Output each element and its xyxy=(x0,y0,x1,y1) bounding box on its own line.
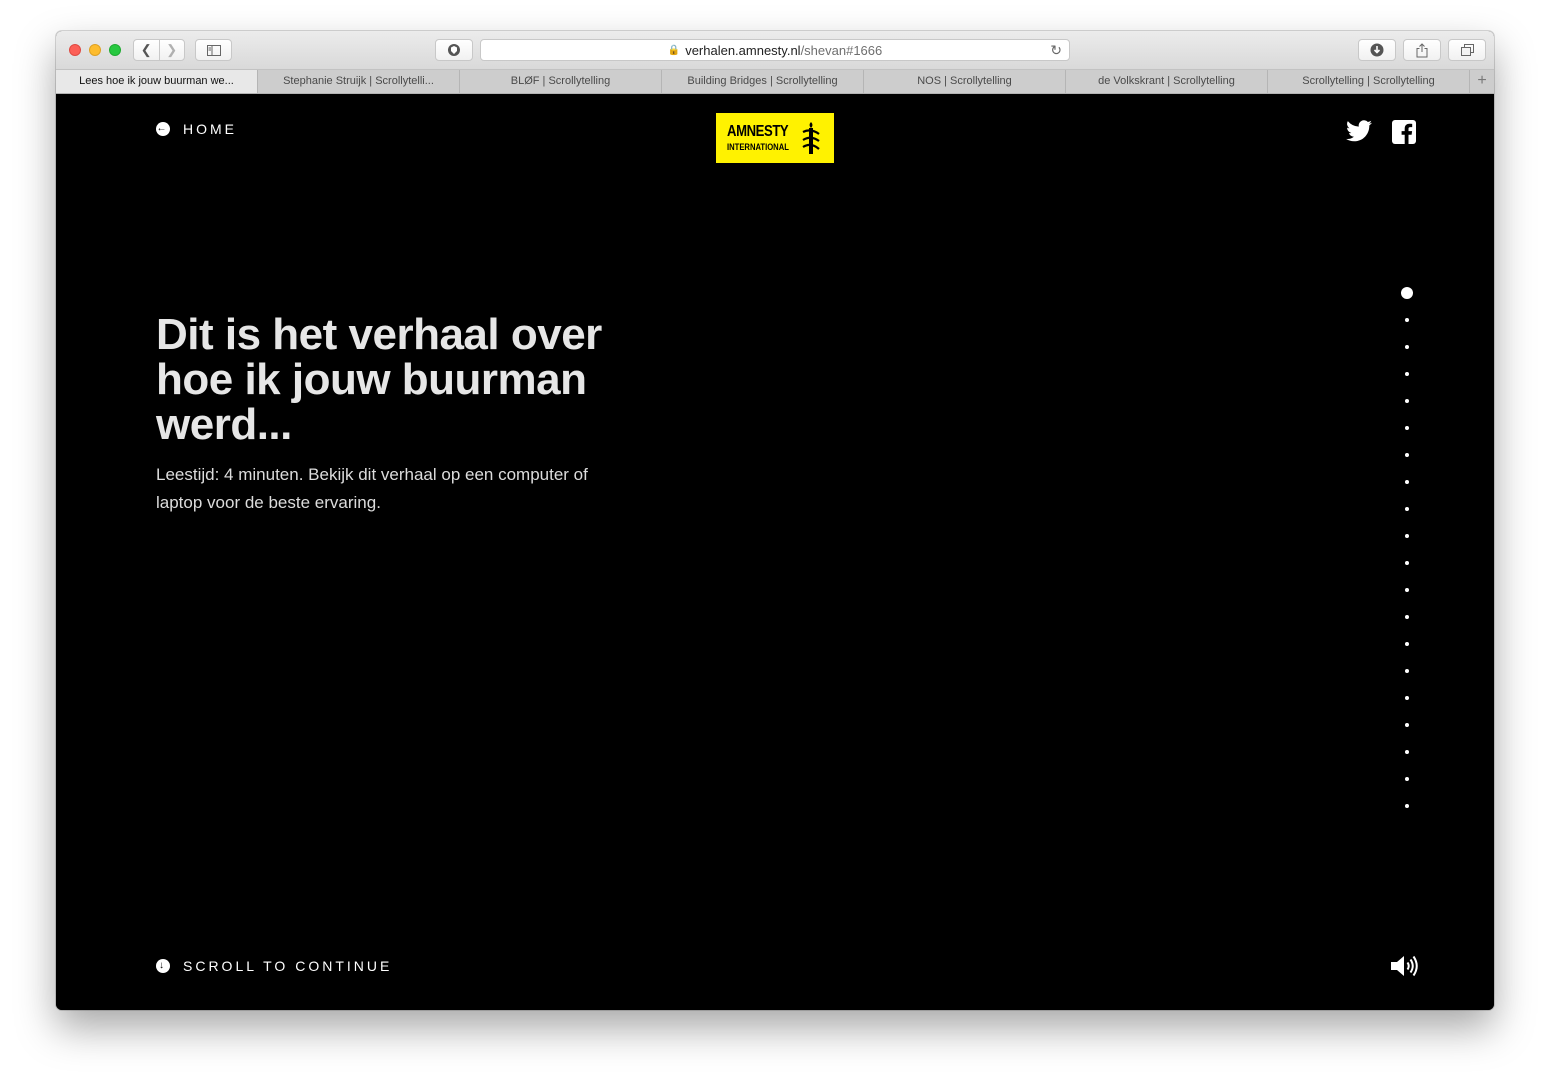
share-icon xyxy=(1416,42,1428,57)
downloads-button[interactable] xyxy=(1358,39,1396,61)
show-tabs-button[interactable] xyxy=(1448,39,1486,61)
browser-tab[interactable]: Building Bridges | Scrollytelling xyxy=(662,70,864,93)
logo-line2: INTERNATIONAL xyxy=(727,142,789,152)
section-dot[interactable] xyxy=(1405,318,1409,322)
home-label: HOME xyxy=(183,121,237,137)
candle-icon xyxy=(802,122,820,154)
history-nav: ❮ ❯ xyxy=(133,39,185,61)
section-dot[interactable] xyxy=(1405,723,1409,727)
section-dot[interactable] xyxy=(1405,642,1409,646)
section-dot[interactable] xyxy=(1405,372,1409,376)
section-dot[interactable] xyxy=(1405,588,1409,592)
back-icon[interactable]: ❮ xyxy=(134,40,159,60)
story-page: ← HOME AMNESTY INTERNATIONAL Dit is het … xyxy=(56,94,1494,1010)
section-dot[interactable] xyxy=(1401,287,1413,299)
section-dot[interactable] xyxy=(1405,345,1409,349)
browser-tab[interactable]: Lees hoe ik jouw buurman we... xyxy=(56,70,258,93)
sidebar-icon xyxy=(206,44,221,56)
browser-tab[interactable]: BLØF | Scrollytelling xyxy=(460,70,662,93)
browser-window: ❮ ❯ 🔒 verhalen.amnesty.nl/shevan#1666 ↻ xyxy=(56,31,1494,1010)
twitter-icon[interactable] xyxy=(1346,120,1372,142)
new-tab-button[interactable]: + xyxy=(1470,70,1494,93)
scroll-label: SCROLL TO CONTINUE xyxy=(183,958,393,974)
story-headline: Dit is het verhaal over hoe ik jouw buur… xyxy=(156,310,602,449)
story-subtitle: Leestijd: 4 minuten. Bekijk dit verhaal … xyxy=(156,465,588,512)
browser-toolbar: ❮ ❯ 🔒 verhalen.amnesty.nl/shevan#1666 ↻ xyxy=(56,31,1494,70)
browser-tab[interactable]: Scrollytelling | Scrollytelling xyxy=(1268,70,1470,93)
section-dot[interactable] xyxy=(1405,534,1409,538)
sidebar-toggle-button[interactable] xyxy=(195,39,232,61)
section-dot[interactable] xyxy=(1405,750,1409,754)
browser-tab[interactable]: Stephanie Struijk | Scrollytelli... xyxy=(258,70,460,93)
section-dot[interactable] xyxy=(1405,696,1409,700)
section-dot[interactable] xyxy=(1405,480,1409,484)
lock-icon: 🔒 xyxy=(667,44,681,56)
zoom-window-button[interactable] xyxy=(109,44,121,56)
section-dot[interactable] xyxy=(1405,453,1409,457)
tab-bar: Lees hoe ik jouw buurman we... Stephanie… xyxy=(56,70,1494,94)
section-dot[interactable] xyxy=(1405,561,1409,565)
logo-line1: AMNESTY xyxy=(727,123,789,140)
section-dot[interactable] xyxy=(1405,426,1409,430)
forward-icon[interactable]: ❯ xyxy=(158,40,185,60)
address-bar[interactable]: 🔒 verhalen.amnesty.nl/shevan#1666 ↻ xyxy=(480,39,1070,61)
tabs-icon xyxy=(1460,44,1474,56)
url-path: /shevan#1666 xyxy=(800,42,883,58)
amnesty-logo[interactable]: AMNESTY INTERNATIONAL xyxy=(716,113,834,163)
section-dot[interactable] xyxy=(1405,777,1409,781)
speaker-icon[interactable] xyxy=(1389,954,1419,978)
section-dot[interactable] xyxy=(1405,669,1409,673)
home-link[interactable]: ← HOME xyxy=(156,121,237,137)
share-button[interactable] xyxy=(1403,39,1441,61)
reload-icon[interactable]: ↻ xyxy=(1050,42,1062,59)
arrow-left-circle-icon: ← xyxy=(156,122,170,136)
section-dot[interactable] xyxy=(1405,615,1409,619)
section-dot[interactable] xyxy=(1405,804,1409,808)
privacy-report-button[interactable] xyxy=(435,39,473,61)
privacy-icon xyxy=(448,44,460,56)
minimize-window-button[interactable] xyxy=(89,44,101,56)
scroll-to-continue[interactable]: ↓ SCROLL TO CONTINUE xyxy=(156,958,392,974)
arrow-down-circle-icon: ↓ xyxy=(156,959,170,973)
section-dot[interactable] xyxy=(1405,399,1409,403)
facebook-icon[interactable] xyxy=(1392,120,1416,144)
browser-tab[interactable]: de Volkskrant | Scrollytelling xyxy=(1066,70,1268,93)
url-domain: verhalen.amnesty.nl xyxy=(685,42,801,58)
close-window-button[interactable] xyxy=(69,44,81,56)
browser-tab[interactable]: NOS | Scrollytelling xyxy=(864,70,1066,93)
download-icon xyxy=(1370,43,1384,57)
section-dot[interactable] xyxy=(1405,507,1409,511)
